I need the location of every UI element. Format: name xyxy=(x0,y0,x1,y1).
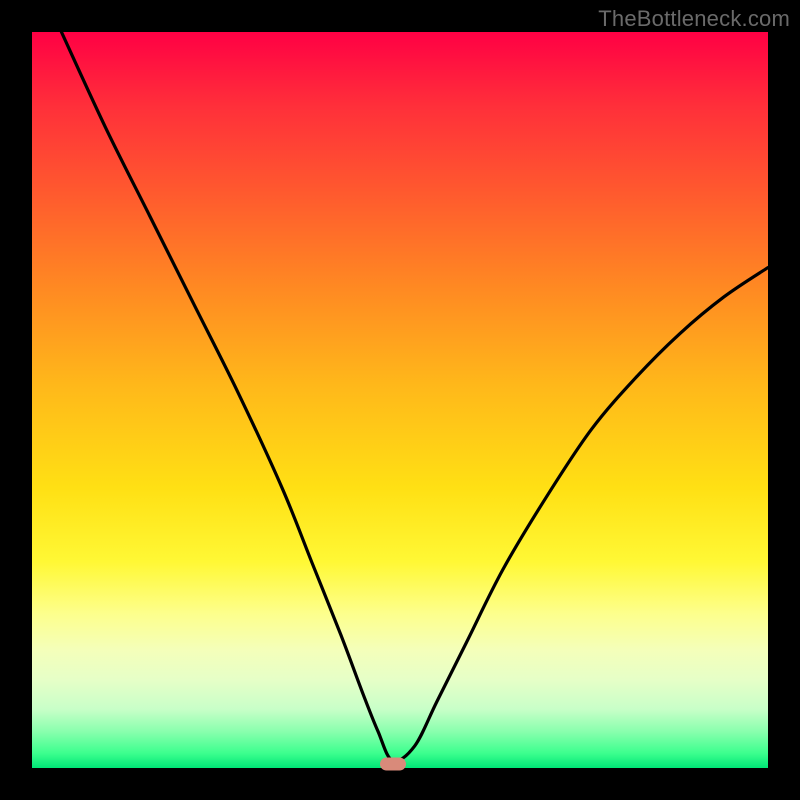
bottleneck-curve xyxy=(32,32,768,768)
chart-frame: TheBottleneck.com xyxy=(0,0,800,800)
plot-area xyxy=(32,32,768,768)
watermark-text: TheBottleneck.com xyxy=(598,6,790,32)
optimal-point-marker xyxy=(380,758,406,771)
